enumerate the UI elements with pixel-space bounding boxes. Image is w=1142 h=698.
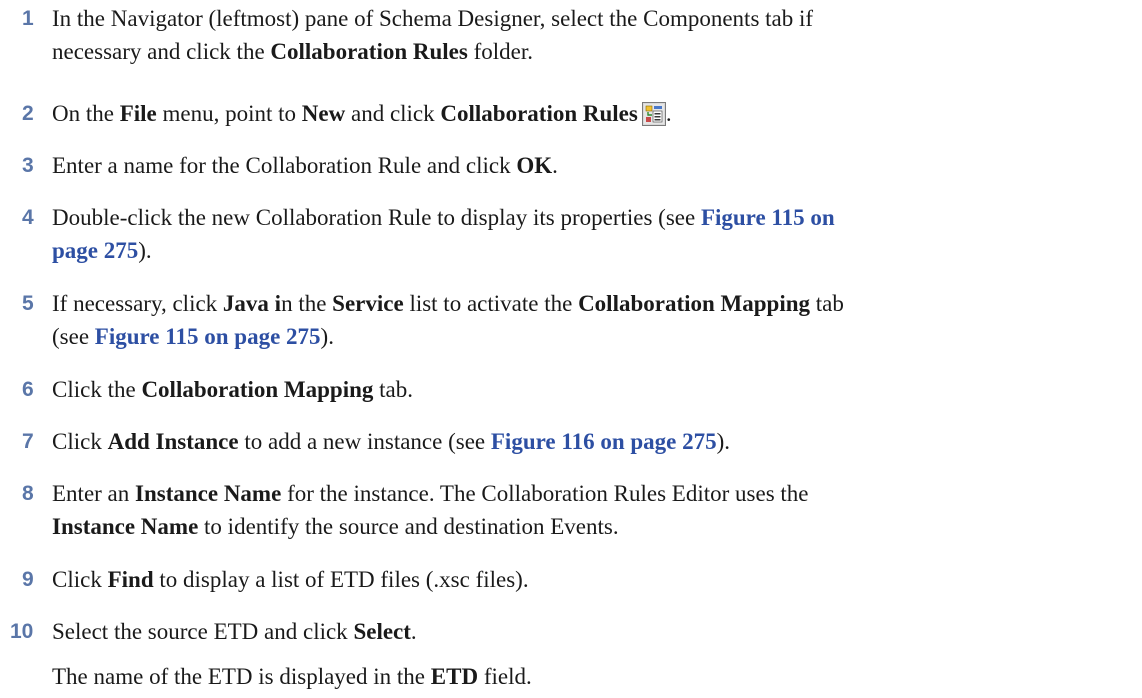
text-run: Double-click the new Collaboration Rule … — [52, 205, 701, 230]
figure-116-link[interactable]: Figure 116 on page 275 — [491, 429, 717, 454]
emphasis-select: Select — [353, 619, 411, 644]
text-run: and click — [345, 101, 441, 126]
text-run: ). — [138, 238, 152, 263]
emphasis-add-instance: Add Instance — [107, 429, 239, 454]
emphasis-collaboration-rules: Collaboration Rules — [270, 39, 468, 64]
text-run: Click the — [52, 377, 142, 402]
emphasis-instance-name: Instance Name — [135, 481, 282, 506]
text-run: tab. — [373, 377, 414, 402]
text-run: to identify the source and destination E… — [198, 514, 619, 539]
text-run: to display a list of ETD files (.xsc fil… — [153, 567, 529, 592]
step-text: If necessary, click Java in the Service … — [52, 287, 1134, 353]
step-number: 2 — [22, 102, 34, 125]
text-run: list to activate the — [403, 291, 579, 316]
step-number: 1 — [22, 7, 34, 30]
text-run: for the instance. The Collaboration Rule… — [281, 481, 809, 506]
step-number: 7 — [22, 430, 34, 453]
text-run: Enter a name for the Collaboration Rule … — [52, 153, 517, 178]
step-text: In the Navigator (leftmost) pane of Sche… — [52, 2, 1134, 68]
emphasis-file: File — [119, 101, 157, 126]
emphasis-service: Service — [332, 291, 404, 316]
page-275-link[interactable]: page 275 — [52, 238, 138, 263]
emphasis-new: New — [301, 101, 346, 126]
step-number: 6 — [22, 378, 34, 401]
collaboration-rules-icon — [641, 102, 666, 126]
step-number: 8 — [22, 482, 34, 505]
text-run: ). — [716, 429, 731, 454]
text-run: menu, point to — [156, 101, 302, 126]
figure-115-link[interactable]: Figure 115 on — [701, 205, 835, 230]
document-page: 1 In the Navigator (leftmost) pane of Sc… — [0, 0, 1142, 698]
text-run: Click — [52, 429, 108, 454]
text-run: to add a new instance (see — [238, 429, 491, 454]
figure-115-link[interactable]: Figure 115 on page 275 — [95, 324, 321, 349]
emphasis-etd: ETD — [430, 664, 479, 689]
text-run: . — [410, 619, 417, 644]
step-text: Enter a name for the Collaboration Rule … — [52, 149, 1134, 182]
text-run: ). — [320, 324, 334, 349]
text-run: folder. — [467, 39, 533, 64]
step-number: 10 — [10, 620, 34, 643]
emphasis-collaboration-mapping: Collaboration Mapping — [578, 291, 811, 316]
text-run: The name of the ETD is displayed in the — [52, 664, 431, 689]
text-run: (see — [52, 324, 95, 349]
emphasis-java: Java i — [222, 291, 282, 316]
text-run: . — [552, 153, 558, 178]
text-run: Enter an — [52, 481, 136, 506]
emphasis-ok: OK — [516, 153, 553, 178]
step-text-line: In the Navigator (leftmost) pane of Sche… — [52, 6, 814, 31]
step-10-result-note: The name of the ETD is displayed in the … — [52, 660, 1134, 693]
emphasis-collaboration-rules: Collaboration Rules — [440, 101, 638, 126]
step-number: 3 — [22, 154, 34, 177]
step-number: 9 — [22, 568, 34, 591]
step-text: Double-click the new Collaboration Rule … — [52, 201, 1134, 267]
step-text: Click Find to display a list of ETD file… — [52, 563, 1134, 596]
text-run: On the — [52, 101, 120, 126]
text-run: Select the source ETD and click — [52, 619, 354, 644]
text-run: Click — [52, 567, 108, 592]
emphasis-collaboration-mapping: Collaboration Mapping — [141, 377, 374, 402]
step-text: Enter an Instance Name for the instance.… — [52, 477, 1134, 543]
step-number: 4 — [22, 206, 34, 229]
emphasis-instance-name: Instance Name — [52, 514, 199, 539]
step-number: 5 — [22, 292, 34, 315]
step-text: Click Add Instance to add a new instance… — [52, 425, 1134, 458]
text-run: n the — [281, 291, 333, 316]
text-run: If necessary, click — [52, 291, 223, 316]
step-text: Click the Collaboration Mapping tab. — [52, 373, 1134, 406]
step-text: Select the source ETD and click Select. — [52, 615, 1134, 648]
step-text: On the File menu, point to New and click… — [52, 97, 1134, 130]
emphasis-find: Find — [107, 567, 154, 592]
text-run: field. — [478, 664, 532, 689]
text-run: . — [665, 101, 672, 126]
text-run: tab — [810, 291, 844, 316]
text-run: necessary and click the — [52, 39, 271, 64]
